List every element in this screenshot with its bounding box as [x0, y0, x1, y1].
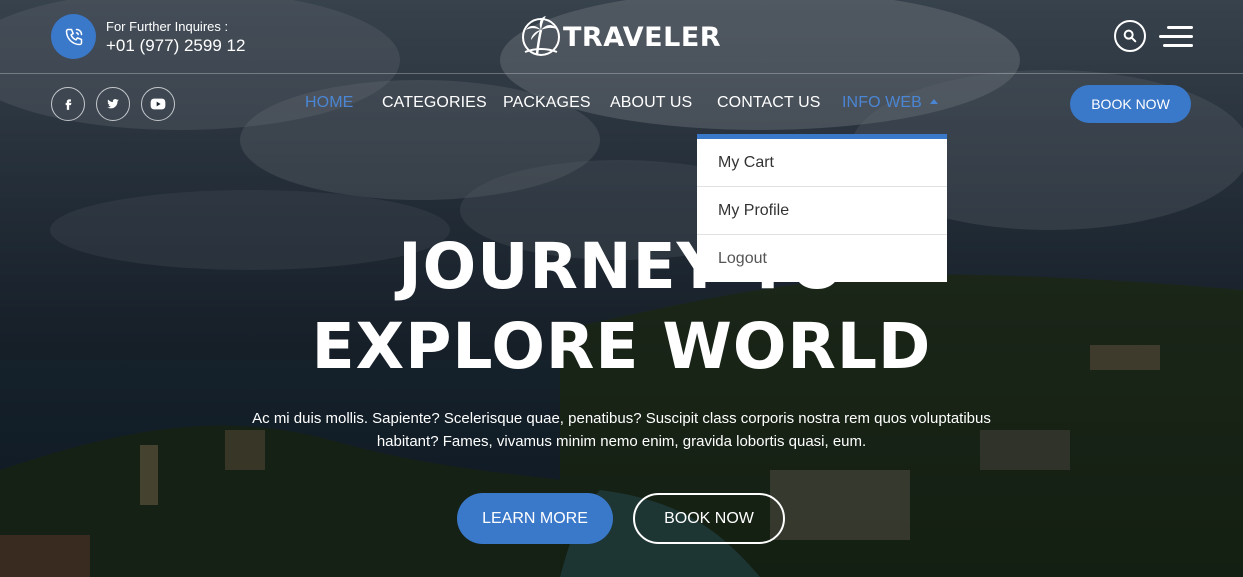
palm-tree-icon [522, 16, 560, 56]
dropdown-item-my-profile[interactable]: My Profile [697, 187, 947, 235]
hero-title-line-1: JOURNEY TO [398, 230, 845, 303]
top-bar: For Further Inquires : +01 (977) 2599 12… [0, 0, 1243, 74]
main-navigation: HOME CATEGORIES PACKAGES ABOUT US CONTAC… [0, 94, 1243, 116]
nav-item-categories[interactable]: CATEGORIES [382, 94, 487, 112]
inquiry-label: For Further Inquires : [106, 19, 229, 34]
nav-item-info-web-label: INFO WEB [842, 94, 922, 111]
brand-logo[interactable]: TRAVELER [521, 12, 721, 62]
nav-item-info-web[interactable]: INFO WEB [842, 94, 938, 112]
menu-icon[interactable] [1159, 26, 1193, 48]
dropdown-item-logout[interactable]: Logout [697, 235, 947, 282]
nav-item-contact-us[interactable]: CONTACT US [717, 94, 821, 112]
phone-icon[interactable] [51, 14, 96, 59]
search-icon[interactable] [1114, 20, 1146, 52]
book-now-header-button[interactable]: BOOK NOW [1070, 85, 1191, 123]
dropdown-item-my-cart[interactable]: My Cart [697, 139, 947, 187]
inquiry-phone-number[interactable]: +01 (977) 2599 12 [106, 36, 245, 56]
hero-description: Ac mi duis mollis. Sapiente? Scelerisque… [252, 410, 991, 450]
nav-item-about-us[interactable]: ABOUT US [610, 94, 692, 112]
hero-title-line-2: EXPLORE WORLD [311, 310, 932, 383]
book-now-button[interactable]: BOOK NOW [633, 493, 785, 544]
info-web-dropdown: My Cart My Profile Logout [697, 134, 947, 282]
nav-item-packages[interactable]: PACKAGES [503, 94, 591, 112]
caret-up-icon [929, 99, 938, 104]
nav-item-home[interactable]: HOME [305, 94, 353, 112]
brand-name: TRAVELER [563, 21, 722, 53]
learn-more-button[interactable]: LEARN MORE [457, 493, 613, 544]
